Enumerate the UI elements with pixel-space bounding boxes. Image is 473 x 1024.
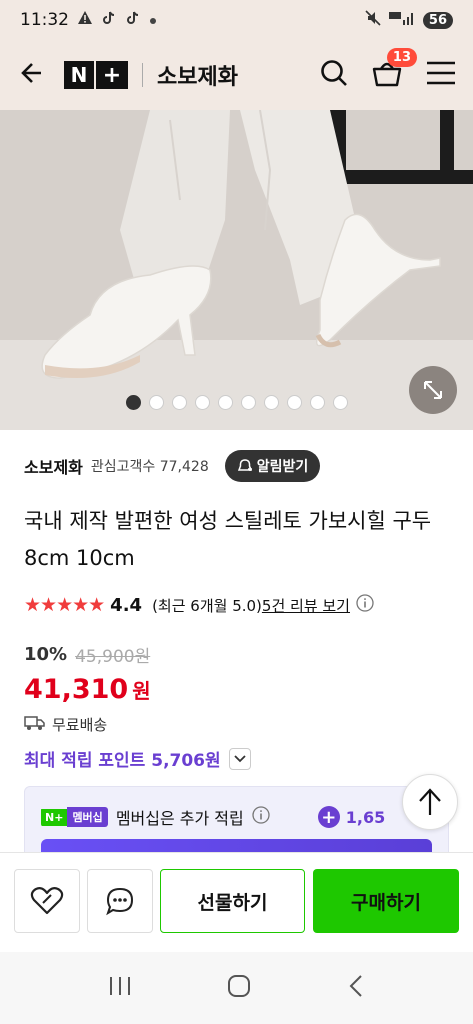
tiktok-icon <box>125 10 141 31</box>
cart-button[interactable]: 13 <box>371 48 417 92</box>
alarm-subscribe-button[interactable]: 알림받기 <box>224 450 321 482</box>
back-icon[interactable] <box>346 973 366 1003</box>
carousel-dot[interactable] <box>286 395 302 410</box>
scroll-top-button[interactable] <box>402 774 458 830</box>
naver-plus-logo[interactable]: N + <box>64 61 128 89</box>
product-image-carousel[interactable] <box>0 110 473 430</box>
logo-n: N <box>64 61 94 89</box>
carousel-dots <box>0 395 473 410</box>
system-nav-bar <box>0 952 473 1024</box>
back-arrow-icon[interactable] <box>16 59 44 91</box>
carousel-dot[interactable] <box>171 395 187 410</box>
badge-ms: 멤버십 <box>67 807 108 827</box>
rating-note: (최근 6개월 5.0) <box>152 596 262 615</box>
carousel-dot[interactable] <box>309 395 325 410</box>
chevron-down-icon[interactable] <box>228 747 251 770</box>
expand-icon <box>424 381 442 399</box>
seller-name[interactable]: 소보제화 <box>24 454 83 478</box>
discount-rate: 10% <box>24 644 68 665</box>
shipping-label: 무료배송 <box>52 716 108 734</box>
membership-point: 1,65 <box>345 807 386 827</box>
seller-info: 소보제화 관심고객수 77,428 알림받기 <box>24 450 449 482</box>
logo-plus: + <box>96 61 128 89</box>
alarm-label: 알림받기 <box>256 459 309 475</box>
plus-circle-icon: + <box>317 806 340 828</box>
product-photo <box>0 110 473 430</box>
product-title: 국내 제작 발편한 여성 스틸레토 가보시힐 구두 8cm 10cm <box>24 509 432 570</box>
carousel-dot[interactable] <box>217 395 233 410</box>
menu-icon[interactable] <box>425 60 457 90</box>
max-point-label: 최대 적립 포인트 5,706원 <box>24 751 221 771</box>
membership-label: 멤버십은 추가 적립 <box>115 809 244 828</box>
rating-stars: ★★★★★ <box>24 594 105 616</box>
gift-button[interactable]: 선물하기 <box>160 869 305 933</box>
expand-image-button[interactable] <box>409 366 457 414</box>
wishlist-button[interactable] <box>14 869 80 933</box>
rating-value: 4.4 <box>110 594 143 616</box>
info-icon[interactable] <box>252 806 270 828</box>
battery-indicator: 56 <box>422 11 453 29</box>
membership-badge: N+ 멤버십 <box>41 807 108 827</box>
cart-count-badge: 13 <box>386 48 417 67</box>
carousel-dot[interactable] <box>240 395 256 410</box>
carousel-dot[interactable] <box>194 395 210 410</box>
badge-np: N+ <box>41 808 68 826</box>
price-value: 41,310 <box>24 674 129 705</box>
arrow-up-icon <box>419 788 441 815</box>
store-name[interactable]: 소보제화 <box>157 59 238 91</box>
carousel-dot[interactable] <box>332 395 348 410</box>
notification-dot-icon <box>149 10 157 30</box>
discount-row: 10% 45,900원 <box>24 642 150 667</box>
original-price: 45,900원 <box>75 647 151 667</box>
carousel-dot[interactable] <box>263 395 279 410</box>
info-icon[interactable] <box>356 594 374 616</box>
tiktok-icon <box>101 10 117 31</box>
sale-price: 41,310 원 <box>24 674 151 705</box>
review-link[interactable]: 5건 리뷰 보기 <box>262 595 350 616</box>
rating-row: ★★★★★ 4.4 (최근 6개월 5.0) 5건 리뷰 보기 <box>24 594 453 616</box>
carousel-dot[interactable] <box>125 395 141 410</box>
truck-icon <box>24 715 46 735</box>
warning-icon <box>77 10 93 31</box>
search-icon[interactable] <box>319 58 349 92</box>
signal-5g-icon <box>388 10 415 30</box>
header-divider <box>142 63 143 87</box>
status-bar: 11:32 56 <box>0 0 473 40</box>
heart-icon <box>30 887 64 915</box>
recent-apps-icon[interactable] <box>107 974 133 1002</box>
follower-count: 관심고객수 77,428 <box>90 459 209 475</box>
max-point-row[interactable]: 최대 적립 포인트 5,706원 <box>24 746 251 771</box>
purchase-bar: 선물하기 구매하기 <box>0 852 473 952</box>
status-time: 11:32 <box>20 10 69 30</box>
talk-button[interactable] <box>87 869 153 933</box>
bell-plus-icon <box>237 459 252 471</box>
price-unit: 원 <box>132 679 151 703</box>
home-icon[interactable] <box>226 973 252 1003</box>
chat-icon <box>106 887 134 916</box>
mute-icon <box>365 10 381 30</box>
shipping-info: 무료배송 <box>24 714 107 735</box>
header: N + 소보제화 13 <box>0 40 473 110</box>
carousel-dot[interactable] <box>148 395 164 410</box>
buy-button[interactable]: 구매하기 <box>313 869 459 933</box>
